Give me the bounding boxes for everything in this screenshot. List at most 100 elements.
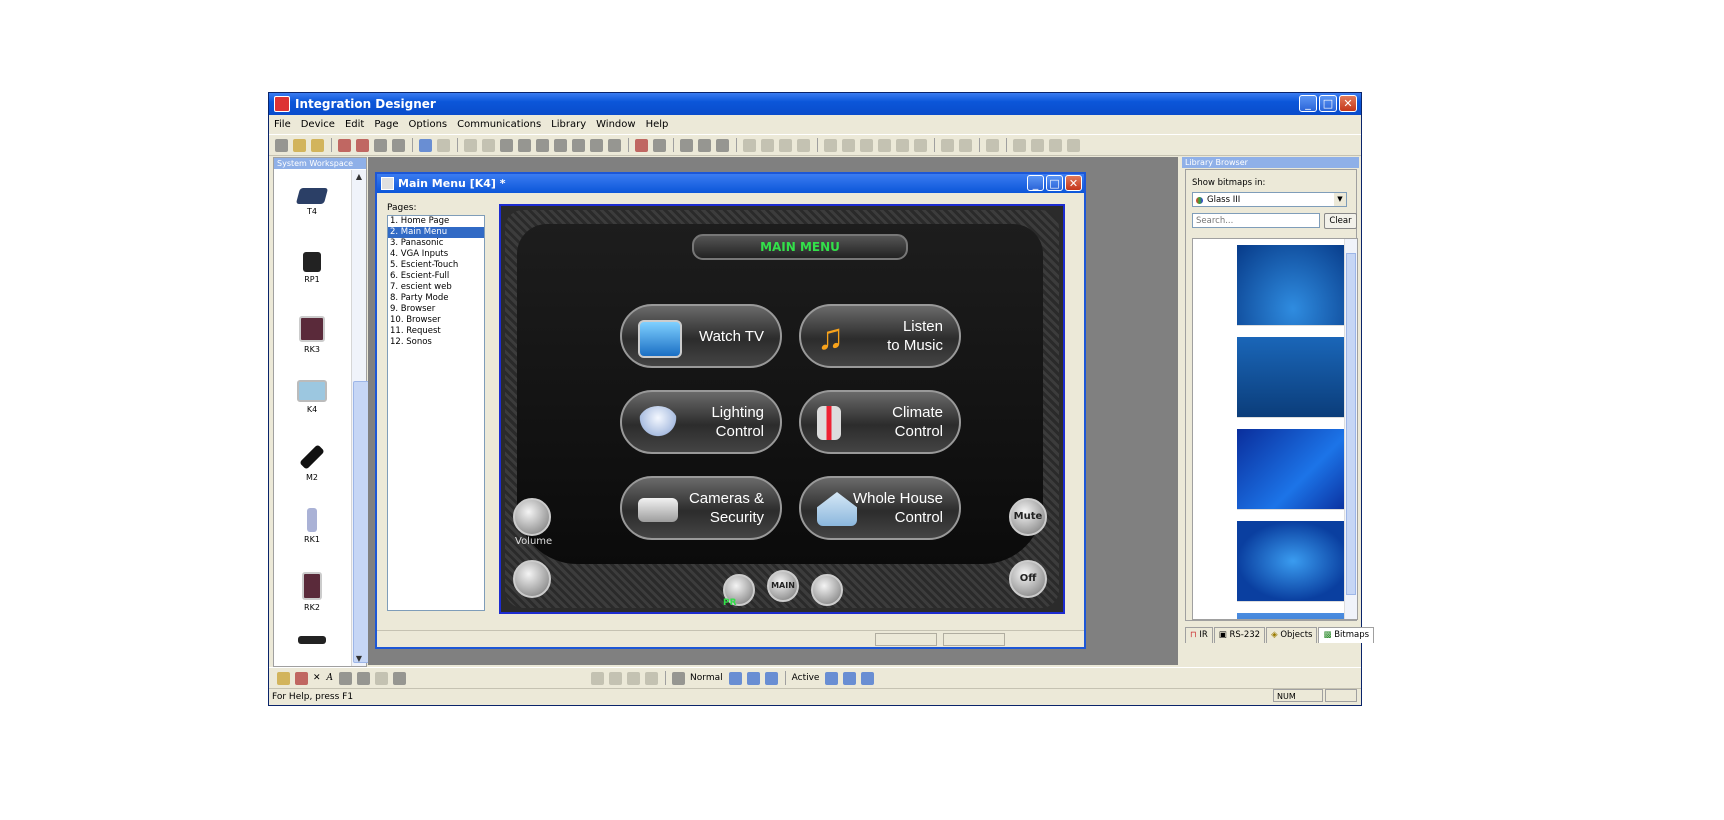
next-button[interactable] <box>811 574 843 606</box>
child-title-bar[interactable]: Main Menu [K4] * _ □ ✕ <box>377 174 1084 193</box>
scroll-up-icon[interactable]: ▲ <box>353 171 365 183</box>
dropdown-arrow-icon[interactable] <box>698 138 711 152</box>
circle-shape-icon[interactable] <box>627 671 641 685</box>
page-item[interactable]: 9. Browser <box>388 304 484 315</box>
title-bar[interactable]: Integration Designer _ □ ✕ <box>269 93 1361 115</box>
active-line-color-icon[interactable] <box>843 671 857 685</box>
child-minimize-button[interactable]: _ <box>1027 175 1044 191</box>
rectangle-select-icon[interactable] <box>295 671 308 685</box>
order-icon[interactable] <box>824 138 837 152</box>
mute-button[interactable]: Mute <box>1009 498 1047 536</box>
speech-bubble-icon[interactable] <box>357 671 371 685</box>
forward-icon[interactable] <box>878 138 891 152</box>
network-icon[interactable] <box>393 671 407 685</box>
tab-bitmaps[interactable]: ▩ Bitmaps <box>1318 627 1375 643</box>
align-center-icon[interactable] <box>761 138 774 152</box>
device-k4[interactable]: K4 <box>274 380 350 414</box>
context-help-icon[interactable] <box>716 138 729 152</box>
bring-front-icon[interactable] <box>842 138 855 152</box>
workspace-scrollbar[interactable]: ▲ ▼ <box>351 170 467 666</box>
backward-icon[interactable] <box>896 138 909 152</box>
child-close-button[interactable]: ✕ <box>1065 175 1082 191</box>
resize-icon[interactable] <box>986 138 999 152</box>
page-item[interactable]: 8. Party Mode <box>388 293 484 304</box>
tab-ir[interactable]: ⊓ IR <box>1185 627 1213 643</box>
listen-to-music-button[interactable]: ♫ Listen to Music <box>799 304 961 368</box>
active-fill-color-icon[interactable] <box>861 671 875 685</box>
line-color-icon[interactable] <box>746 671 760 685</box>
paste-page-icon[interactable] <box>590 138 603 152</box>
nudge-down-icon[interactable] <box>1031 138 1044 152</box>
device-icon[interactable] <box>338 138 351 152</box>
page-item[interactable]: 5. Escient-Touch <box>388 260 484 271</box>
off-button[interactable]: Off <box>1009 560 1047 598</box>
text-tool-icon[interactable]: A <box>327 673 334 683</box>
rounded-rect-shape-icon[interactable] <box>609 671 623 685</box>
copy-format-icon[interactable] <box>375 671 389 685</box>
layout-icon[interactable] <box>653 138 666 152</box>
nudge-up-icon[interactable] <box>1013 138 1026 152</box>
device-t4[interactable]: T4 <box>274 188 350 216</box>
menu-device[interactable]: Device <box>296 119 340 130</box>
menu-page[interactable]: Page <box>369 119 403 130</box>
page-item[interactable]: 4. VGA Inputs <box>388 249 484 260</box>
bitmap-set-select[interactable]: Glass III ▼ <box>1192 192 1347 207</box>
space-vertical-icon[interactable] <box>959 138 972 152</box>
menu-edit[interactable]: Edit <box>340 119 369 130</box>
page-item[interactable]: 7. escient web <box>388 282 484 293</box>
active-font-color-icon[interactable] <box>825 671 839 685</box>
page-item[interactable]: 11. Request <box>388 326 484 337</box>
communications-icon[interactable] <box>635 138 648 152</box>
bitmap-thumbnail[interactable] <box>1237 337 1349 418</box>
scroll-thumb[interactable] <box>1346 253 1356 595</box>
close-button[interactable]: ✕ <box>1339 95 1357 112</box>
bitmap-thumbnail[interactable] <box>1237 521 1349 602</box>
whole-house-control-button[interactable]: Whole House Control <box>799 476 961 540</box>
widget-icon[interactable] <box>339 671 353 685</box>
minimize-button[interactable]: _ <box>1299 95 1317 112</box>
page-item[interactable]: 12. Sonos <box>388 337 484 348</box>
device-m2[interactable]: M2 <box>274 444 350 482</box>
volume-up-button[interactable] <box>513 498 551 536</box>
undo-icon[interactable] <box>419 138 432 152</box>
align-left-icon[interactable] <box>743 138 756 152</box>
volume-down-button[interactable] <box>513 560 551 598</box>
menu-options[interactable]: Options <box>404 119 453 130</box>
menu-help[interactable]: Help <box>641 119 674 130</box>
maximize-button[interactable]: □ <box>1319 95 1337 112</box>
watch-tv-button[interactable]: Watch TV <box>620 304 782 368</box>
child-maximize-button[interactable]: □ <box>1046 175 1063 191</box>
main-button[interactable]: MAIN <box>767 570 799 602</box>
grid-icon[interactable] <box>680 138 693 152</box>
delete-x-icon[interactable]: ✕ <box>313 673 321 683</box>
page-list-icon[interactable] <box>536 138 549 152</box>
cut-icon[interactable] <box>464 138 477 152</box>
device-new-icon[interactable] <box>356 138 369 152</box>
space-horizontal-icon[interactable] <box>941 138 954 152</box>
paste-icon[interactable] <box>500 138 513 152</box>
chevron-down-icon[interactable]: ▼ <box>1334 193 1346 206</box>
device-rk2[interactable]: RK2 <box>274 572 350 612</box>
bitmap-thumbnail[interactable] <box>1237 245 1349 326</box>
page-item-selected[interactable]: 2. Main Menu <box>388 227 484 238</box>
nudge-right-icon[interactable] <box>1067 138 1080 152</box>
nudge-left-icon[interactable] <box>1049 138 1062 152</box>
open-folder-icon[interactable] <box>293 138 306 152</box>
touchpanel-canvas[interactable]: MAIN MENU Watch TV ♫ Listen to Music Lig… <box>499 204 1065 614</box>
climate-control-button[interactable]: Climate Control <box>799 390 961 454</box>
find-page-icon[interactable] <box>608 138 621 152</box>
save-icon[interactable] <box>374 138 387 152</box>
pencil-icon[interactable] <box>277 671 290 685</box>
page-item[interactable]: 1. Home Page <box>388 216 484 227</box>
device-rk3[interactable]: RK3 <box>274 316 350 354</box>
send-back-icon[interactable] <box>860 138 873 152</box>
new-page-icon[interactable] <box>518 138 531 152</box>
frame-shape-icon[interactable] <box>645 671 659 685</box>
page-item[interactable]: 3. Panasonic <box>388 238 484 249</box>
copy-page-icon[interactable] <box>572 138 585 152</box>
group-icon[interactable] <box>914 138 927 152</box>
clear-button[interactable]: Clear <box>1324 213 1357 229</box>
print-icon[interactable] <box>392 138 405 152</box>
library-scrollbar[interactable] <box>1344 239 1357 619</box>
menu-library[interactable]: Library <box>546 119 591 130</box>
